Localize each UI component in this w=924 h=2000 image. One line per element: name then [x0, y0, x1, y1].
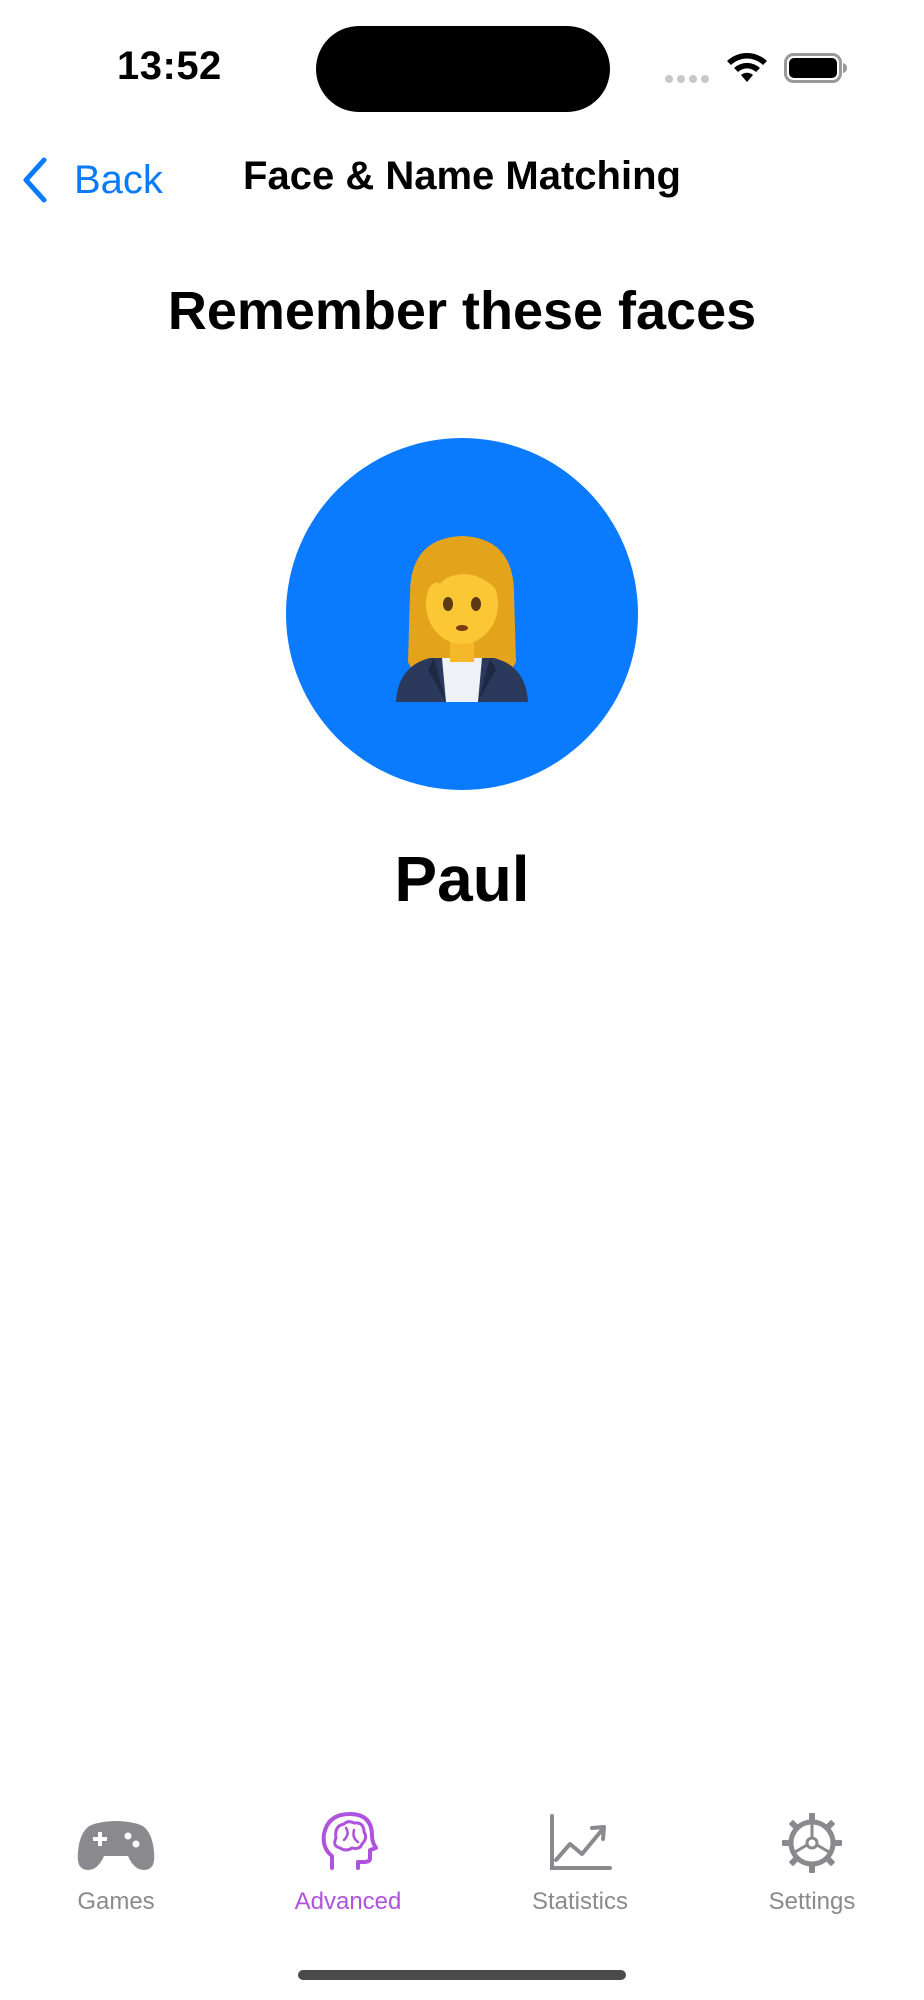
tab-statistics[interactable]: Statistics [480, 1800, 680, 1920]
page-title: Face & Name Matching [243, 154, 681, 198]
face-card [286, 438, 638, 790]
face-name-label: Paul [394, 843, 530, 915]
status-time: 13:52 [117, 44, 222, 88]
brain-head-icon [321, 1812, 378, 1870]
wifi-icon [727, 53, 767, 82]
tab-statistics-label: Statistics [531, 1888, 629, 1915]
battery-icon [784, 53, 847, 83]
home-indicator[interactable] [298, 1970, 626, 1980]
tab-advanced-label: Advanced [294, 1888, 402, 1915]
gear-icon [782, 1813, 842, 1873]
tab-advanced[interactable]: Advanced [248, 1800, 448, 1920]
woman-office-worker-icon [396, 536, 528, 702]
tab-games[interactable]: Games [16, 1800, 216, 1920]
tab-settings-label: Settings [768, 1888, 856, 1915]
chart-line-icon [550, 1814, 612, 1870]
dynamic-island [316, 26, 610, 112]
cellular-signal-icon [665, 75, 709, 83]
tab-bar: Games Advanced Statistics Settings [0, 1800, 924, 1920]
tab-games-label: Games [77, 1888, 155, 1915]
gamecontroller-icon [77, 1821, 155, 1870]
tab-settings[interactable]: Settings [712, 1800, 912, 1920]
instruction-heading: Remember these faces [167, 281, 757, 341]
